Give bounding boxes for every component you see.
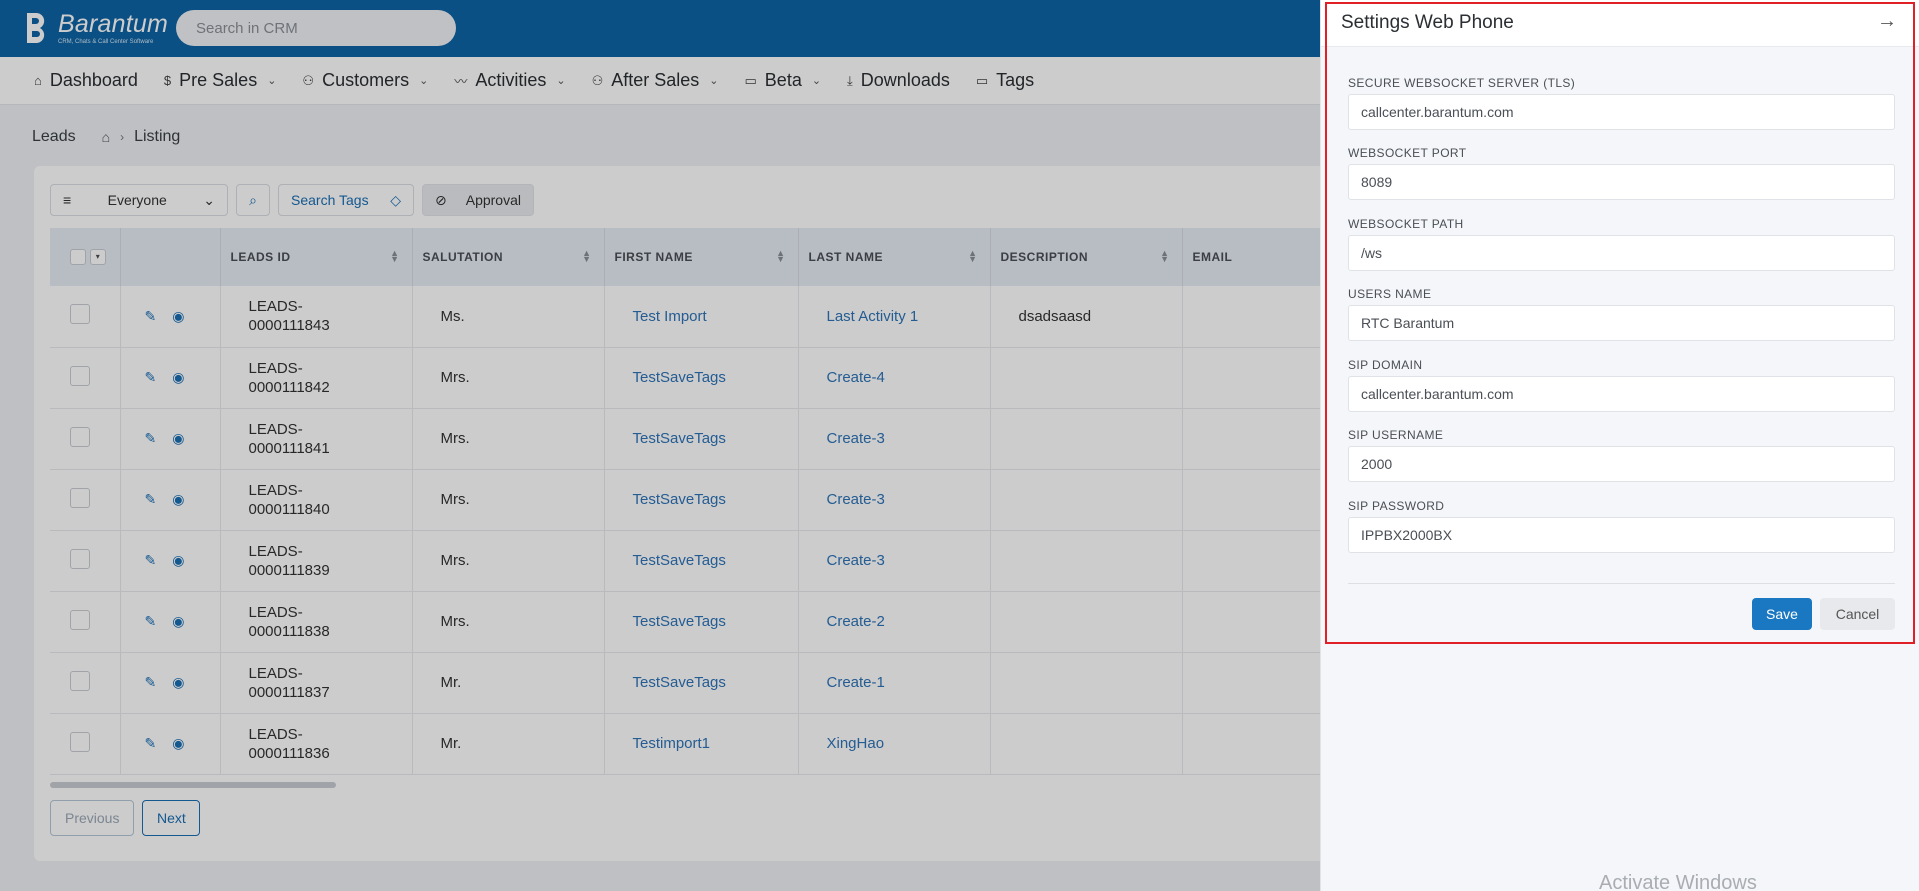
save-button[interactable]: Save (1752, 598, 1812, 630)
cancel-button[interactable]: Cancel (1820, 598, 1895, 630)
sip-domain-input[interactable] (1348, 376, 1895, 412)
sip-password-label: SIP PASSWORD (1348, 499, 1445, 513)
panel-title: Settings Web Phone (1341, 12, 1514, 33)
sip-username-input[interactable] (1348, 446, 1895, 482)
wss-server-input[interactable] (1348, 94, 1895, 130)
websocket-port-input[interactable] (1348, 164, 1895, 200)
windows-watermark: Activate Windows (1599, 872, 1757, 891)
panel-header: Settings Web Phone → (1321, 0, 1919, 47)
sip-username-label: SIP USERNAME (1348, 428, 1444, 442)
websocket-path-input[interactable] (1348, 235, 1895, 271)
websocket-path-label: WEBSOCKET PATH (1348, 217, 1464, 231)
modal-backdrop[interactable] (0, 0, 1320, 891)
users-name-label: USERS NAME (1348, 287, 1432, 301)
users-name-input[interactable] (1348, 305, 1895, 341)
wss-server-label: SECURE WEBSOCKET SERVER (TLS) (1348, 76, 1576, 90)
sip-password-input[interactable] (1348, 517, 1895, 553)
sip-domain-label: SIP DOMAIN (1348, 358, 1423, 372)
web-phone-settings-panel: Settings Web Phone → SECURE WEBSOCKET SE… (1320, 0, 1919, 891)
websocket-port-label: WEBSOCKET PORT (1348, 146, 1467, 160)
divider (1348, 583, 1895, 584)
arrow-right-icon[interactable]: → (1877, 10, 1897, 33)
